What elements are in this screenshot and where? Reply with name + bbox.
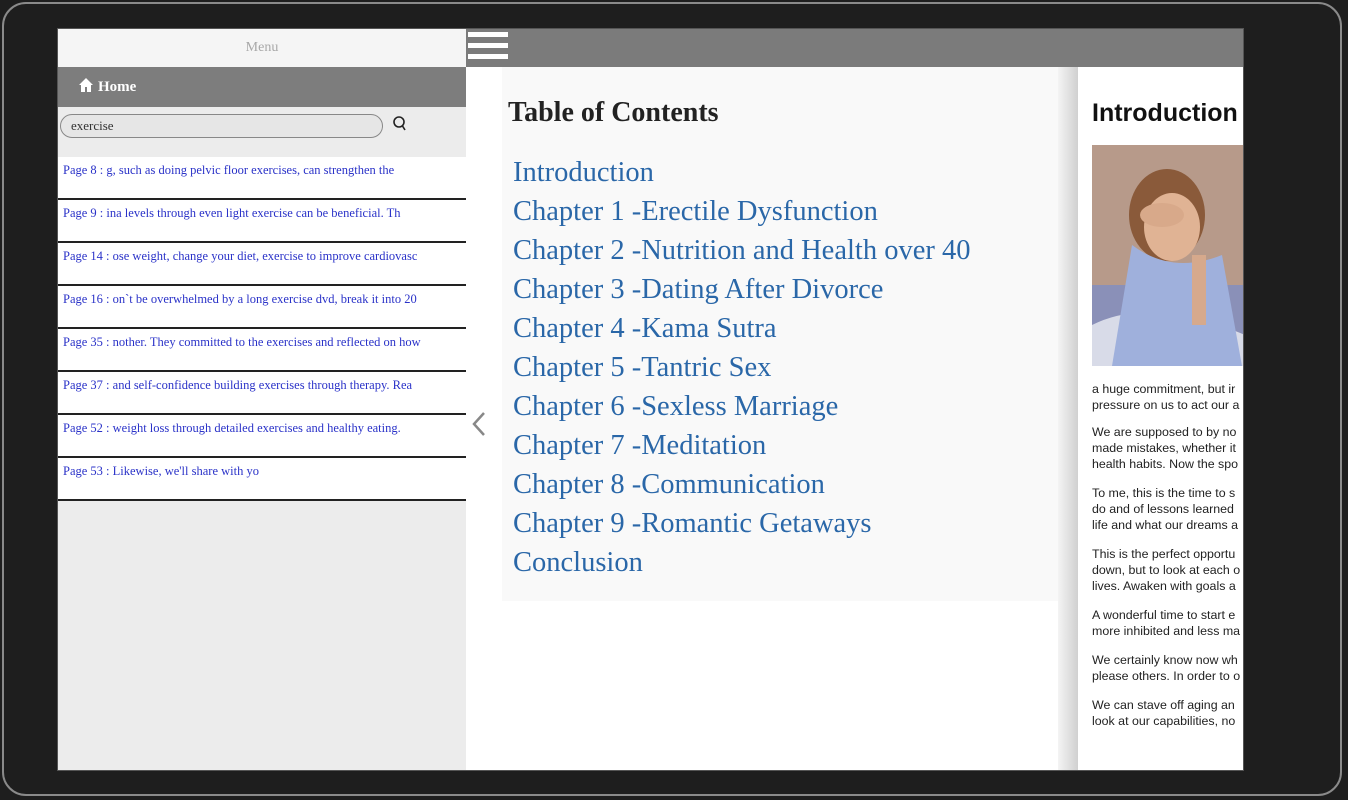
search-result-item[interactable]: Page 14 : ose weight, change your diet, … bbox=[58, 243, 466, 286]
home-icon bbox=[79, 78, 93, 92]
search-icon[interactable] bbox=[392, 115, 408, 133]
toc-link[interactable]: Chapter 3 -Dating After Divorce bbox=[513, 270, 970, 309]
intro-title: Introduction bbox=[1092, 99, 1238, 127]
intro-text-line: To me, this is the time to s bbox=[1092, 486, 1236, 500]
search-result-item[interactable]: Page 53 : Likewise, we'll share with yo bbox=[58, 458, 466, 501]
toc-link[interactable]: Chapter 5 -Tantric Sex bbox=[513, 348, 970, 387]
toc-list: Introduction Chapter 1 -Erectile Dysfunc… bbox=[513, 153, 970, 582]
toc-page: Table of Contents Introduction Chapter 1… bbox=[502, 67, 1058, 601]
intro-photo bbox=[1092, 145, 1243, 366]
toc-link[interactable]: Chapter 4 -Kama Sutra bbox=[513, 309, 970, 348]
toc-link[interactable]: Chapter 9 -Romantic Getaways bbox=[513, 504, 970, 543]
search-result-item[interactable]: Page 9 : ina levels through even light e… bbox=[58, 200, 466, 243]
search-result-item[interactable]: Page 37 : and self-confidence building e… bbox=[58, 372, 466, 415]
intro-text-line: pressure on us to act our a bbox=[1092, 398, 1240, 412]
top-toolbar bbox=[466, 29, 1243, 67]
intro-text-line: do and of lessons learned bbox=[1092, 502, 1234, 516]
intro-text-line: We can stave off aging an bbox=[1092, 698, 1235, 712]
menu-header: Menu bbox=[58, 29, 466, 67]
sidebar-menu: Menu Home Page 8 : g, such as doing pelv… bbox=[58, 29, 466, 770]
intro-text-line: lives. Awaken with goals a bbox=[1092, 579, 1236, 593]
search-results: Page 8 : g, such as doing pelvic floor e… bbox=[58, 157, 466, 501]
intro-text-line: We are supposed to by no bbox=[1092, 425, 1237, 439]
home-button[interactable]: Home bbox=[58, 67, 466, 107]
intro-text-line: We certainly know now wh bbox=[1092, 653, 1238, 667]
home-label: Home bbox=[98, 78, 137, 95]
hamburger-menu-icon[interactable] bbox=[468, 32, 508, 62]
toc-link[interactable]: Chapter 8 -Communication bbox=[513, 465, 970, 504]
intro-text-line: made mistakes, whether it bbox=[1092, 441, 1236, 455]
search-result-item[interactable]: Page 8 : g, such as doing pelvic floor e… bbox=[58, 157, 466, 200]
search-result-item[interactable]: Page 16 : on`t be overwhelmed by a long … bbox=[58, 286, 466, 329]
intro-text-line: more inhibited and less ma bbox=[1092, 624, 1241, 638]
intro-text-line: a huge commitment, but ir bbox=[1092, 382, 1236, 396]
intro-text-line: This is the perfect opportu bbox=[1092, 547, 1236, 561]
intro-page: Introduction a huge commitment, but ir pr… bbox=[1078, 67, 1243, 770]
page-gutter bbox=[1058, 67, 1078, 770]
search-result-item[interactable]: Page 35 : nother. They committed to the … bbox=[58, 329, 466, 372]
search-result-item[interactable]: Page 52 : weight loss through detailed e… bbox=[58, 415, 466, 458]
toc-link[interactable]: Chapter 1 -Erectile Dysfunction bbox=[513, 192, 970, 231]
intro-text-line: please others. In order to o bbox=[1092, 669, 1241, 683]
intro-text-line: down, but to look at each o bbox=[1092, 563, 1241, 577]
woman-photo-illustration bbox=[1092, 145, 1243, 366]
toc-link[interactable]: Introduction bbox=[513, 153, 970, 192]
intro-text-line: life and what our dreams a bbox=[1092, 518, 1239, 532]
intro-text-line: health habits. Now the spo bbox=[1092, 457, 1239, 471]
intro-text-line: look at our capabilities, no bbox=[1092, 714, 1236, 728]
intro-text-line: A wonderful time to start e bbox=[1092, 608, 1236, 622]
toc-link[interactable]: Chapter 6 -Sexless Marriage bbox=[513, 387, 970, 426]
search-bar bbox=[58, 107, 466, 143]
previous-page-arrow-icon[interactable] bbox=[472, 411, 486, 437]
book-reader: Table of Contents Introduction Chapter 1… bbox=[466, 67, 1243, 770]
toc-link[interactable]: Conclusion bbox=[513, 543, 970, 582]
search-input[interactable] bbox=[60, 114, 383, 138]
toc-title: Table of Contents bbox=[508, 97, 719, 128]
toc-link[interactable]: Chapter 7 -Meditation bbox=[513, 426, 970, 465]
app-screen: Menu Home Page 8 : g, such as doing pelv… bbox=[57, 28, 1244, 771]
toc-link[interactable]: Chapter 2 -Nutrition and Health over 40 bbox=[513, 231, 970, 270]
